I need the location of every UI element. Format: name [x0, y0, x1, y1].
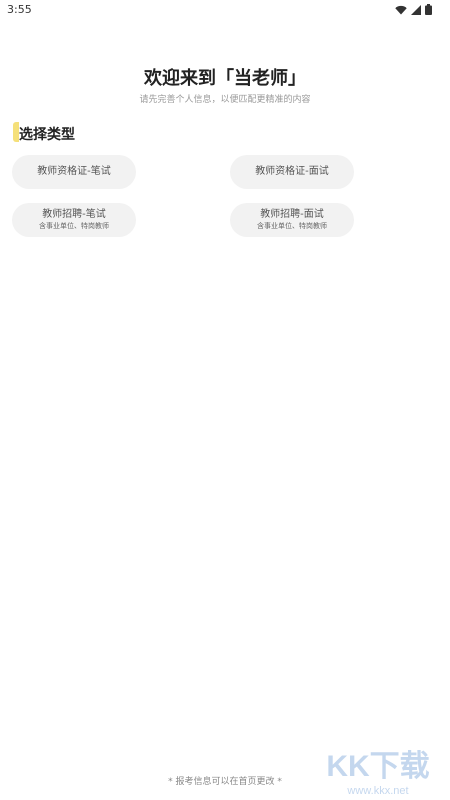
- app-screen: 3:55 欢迎来到「当老师」 请先完善个人信息，以便匹配更精准的内容 选择类型 …: [0, 0, 450, 800]
- section-title: 选择类型: [19, 127, 75, 143]
- option-label: 教师资格证-面试: [255, 166, 329, 177]
- status-time: 3:55: [7, 3, 32, 16]
- status-bar: 3:55: [0, 0, 450, 22]
- option-label: 教师招聘-面试: [260, 209, 324, 220]
- welcome-title: 欢迎来到「当老师」: [144, 68, 306, 89]
- wifi-icon: [395, 5, 407, 15]
- watermark-logo-text: KK下载: [326, 750, 429, 783]
- option-teacher-recruit-written[interactable]: 教师招聘-笔试 含事业单位、特岗教师: [12, 203, 136, 237]
- status-icons: [395, 4, 432, 15]
- battery-icon: [425, 4, 432, 15]
- watermark-url: www.kkx.net: [346, 785, 408, 797]
- option-label: 教师资格证-笔试: [37, 166, 111, 177]
- option-sublabel: 含事业单位、特岗教师: [39, 222, 109, 230]
- welcome-subtitle: 请先完善个人信息，以便匹配更精准的内容: [139, 95, 311, 105]
- signal-icon: [411, 4, 421, 15]
- watermark-logo: KK下载 www.kkx.net: [326, 750, 429, 797]
- option-teacher-cert-written[interactable]: 教师资格证-笔试: [12, 155, 136, 189]
- option-teacher-cert-interview[interactable]: 教师资格证-面试: [230, 155, 354, 189]
- option-sublabel: 含事业单位、特岗教师: [257, 222, 327, 230]
- option-label: 教师招聘-笔试: [42, 209, 106, 220]
- option-teacher-recruit-interview[interactable]: 教师招聘-面试 含事业单位、特岗教师: [230, 203, 354, 237]
